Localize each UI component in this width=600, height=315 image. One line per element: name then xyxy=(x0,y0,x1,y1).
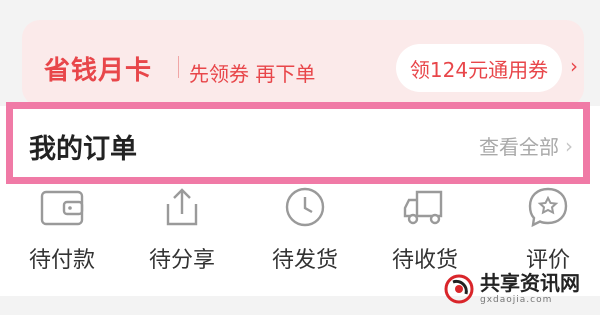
coupon-button[interactable]: 领124元通用券 xyxy=(396,44,562,92)
wallet-icon xyxy=(40,190,84,226)
status-label: 待发货 xyxy=(271,248,338,273)
watermark-name: 共享资讯网 xyxy=(480,271,580,295)
promo-subtitle: 先领券 再下单 xyxy=(189,62,316,86)
orders-header[interactable]: 我的订单 查看全部 › xyxy=(6,102,590,184)
share-icon xyxy=(166,188,198,226)
chevron-right-icon: › xyxy=(565,133,573,158)
promo-card[interactable]: 省钱月卡 先领券 再下单 领124元通用券 › xyxy=(22,20,584,106)
chevron-right-icon[interactable]: › xyxy=(570,54,578,78)
status-pending-shipment[interactable]: 待发货 xyxy=(250,184,360,284)
status-label: 待付款 xyxy=(28,248,95,273)
watermark-logo-icon xyxy=(444,274,474,304)
review-star-icon xyxy=(528,187,568,228)
view-all-link[interactable]: 查看全部 › xyxy=(479,131,573,160)
status-pending-share[interactable]: 待分享 xyxy=(127,184,237,284)
status-label: 待分享 xyxy=(148,248,215,273)
watermark: 共享资讯网 gxdaojia.com xyxy=(444,269,594,309)
view-all-label: 查看全部 xyxy=(479,135,559,159)
promo-title: 省钱月卡 xyxy=(44,56,153,86)
watermark-url: gxdaojia.com xyxy=(480,295,553,305)
clock-icon xyxy=(285,187,325,227)
orders-title: 我的订单 xyxy=(29,134,137,165)
status-pending-payment[interactable]: 待付款 xyxy=(7,184,117,284)
promo-divider xyxy=(178,56,179,78)
truck-icon xyxy=(403,190,443,225)
